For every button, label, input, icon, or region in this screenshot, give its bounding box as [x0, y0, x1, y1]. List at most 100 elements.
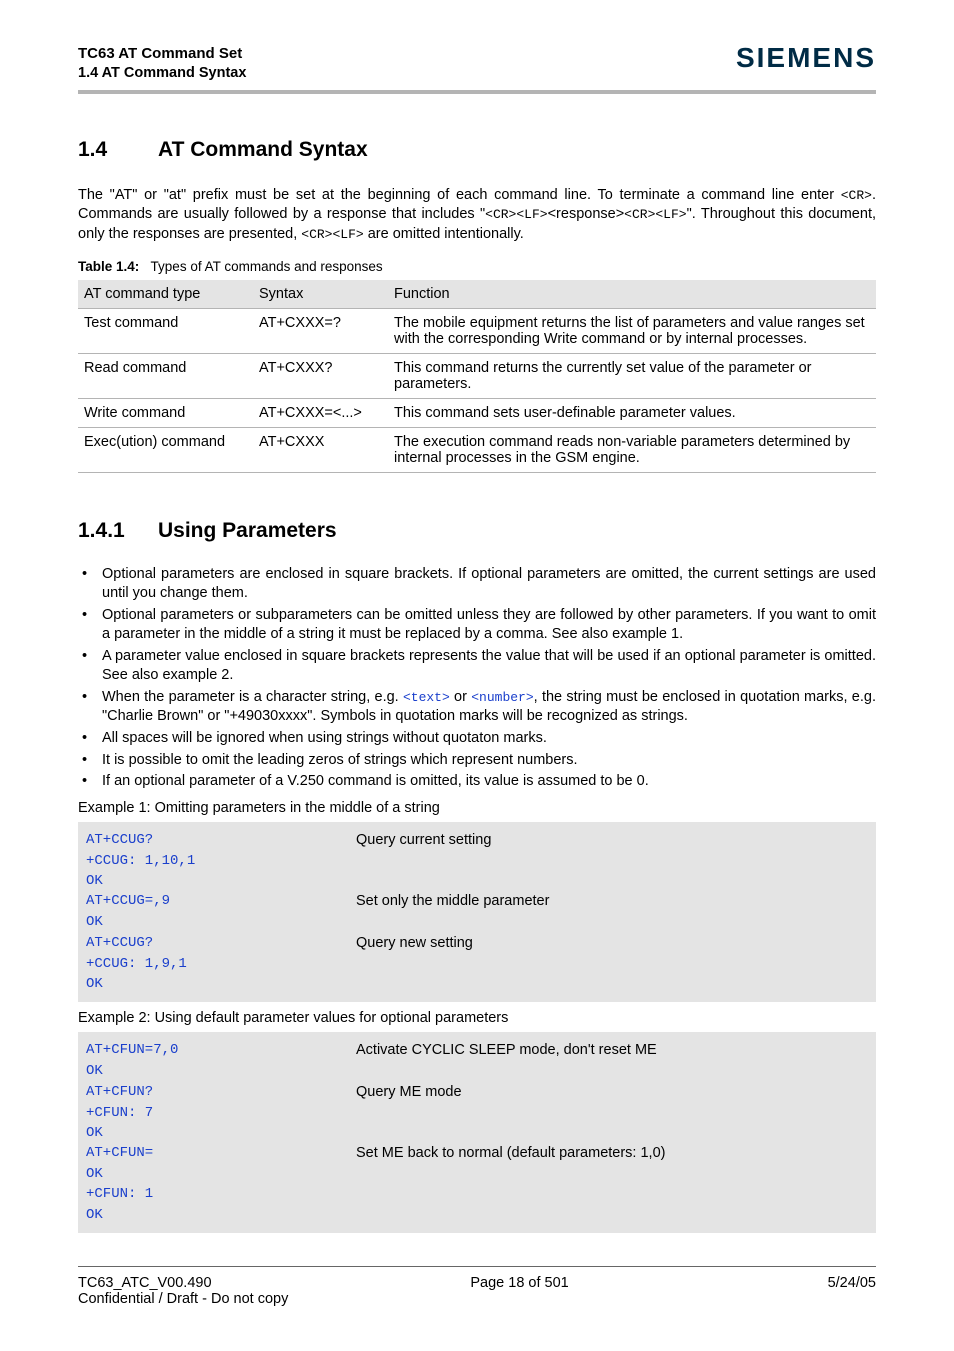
example-code: AT+CCUG? — [86, 933, 356, 953]
page-header: TC63 AT Command Set 1.4 AT Command Synta… — [78, 44, 876, 84]
th-function: Function — [388, 280, 876, 309]
page-footer: TC63_ATC_V00.490 Page 18 of 501 5/24/05 … — [78, 1266, 876, 1307]
example-code: +CFUN: 1 — [86, 1184, 356, 1204]
cell-function: The execution command reads non-variable… — [388, 427, 876, 472]
table-caption-label: Table 1.4: — [78, 259, 139, 274]
bullet-pre: When the parameter is a character string… — [102, 689, 403, 705]
bullet-item: A parameter value enclosed in square bra… — [78, 647, 876, 686]
example-code: OK — [86, 1205, 356, 1225]
table-row: Read command AT+CXXX? This command retur… — [78, 353, 876, 398]
code-crlf-2: <CR><LF> — [624, 207, 686, 222]
example-code: OK — [86, 912, 356, 932]
cell-syntax: AT+CXXX=<...> — [253, 398, 388, 427]
table-row: Test command AT+CXXX=? The mobile equipm… — [78, 308, 876, 353]
code-cr: <CR> — [841, 188, 872, 203]
bullet-mid: or — [450, 689, 471, 705]
table-row: Exec(ution) command AT+CXXX The executio… — [78, 427, 876, 472]
example-code: OK — [86, 871, 356, 891]
footer-line: TC63_ATC_V00.490 Page 18 of 501 5/24/05 — [78, 1275, 876, 1291]
intro-text-3: <response> — [548, 206, 625, 222]
bullet-item: Optional parameters or subparameters can… — [78, 606, 876, 645]
example-row: AT+CFUN=7,0Activate CYCLIC SLEEP mode, d… — [86, 1040, 868, 1061]
example-code: +CCUG: 1,9,1 — [86, 954, 356, 974]
footer-page: Page 18 of 501 — [470, 1275, 568, 1291]
cell-type: Exec(ution) command — [78, 427, 253, 472]
example-desc: Activate CYCLIC SLEEP mode, don't reset … — [356, 1040, 657, 1061]
cell-function: The mobile equipment returns the list of… — [388, 308, 876, 353]
intro-text-1: The "AT" or "at" prefix must be set at t… — [78, 187, 841, 203]
example-row: +CFUN: 7 — [86, 1103, 868, 1123]
example-code: +CFUN: 7 — [86, 1103, 356, 1123]
header-rule — [78, 90, 876, 94]
example-desc: Set only the middle parameter — [356, 891, 549, 912]
code-crlf-3: <CR><LF> — [301, 227, 363, 242]
example-code: AT+CFUN? — [86, 1082, 356, 1102]
cell-syntax: AT+CXXX — [253, 427, 388, 472]
code-number: <number> — [471, 690, 533, 705]
section-number: 1.4 — [78, 138, 158, 162]
intro-text-5: are omitted intentionally. — [364, 226, 524, 242]
example-code: AT+CCUG? — [86, 830, 356, 850]
example-desc: Set ME back to normal (default parameter… — [356, 1143, 665, 1164]
cell-type: Test command — [78, 308, 253, 353]
subsection-heading: 1.4.1Using Parameters — [78, 519, 876, 543]
table-header-row: AT command type Syntax Function — [78, 280, 876, 309]
example-code: OK — [86, 1164, 356, 1184]
example-code: AT+CCUG=,9 — [86, 891, 356, 911]
example-row: AT+CCUG?Query current setting — [86, 830, 868, 851]
table-caption: Table 1.4: Types of AT commands and resp… — [78, 259, 876, 274]
example-1-block: AT+CCUG?Query current setting +CCUG: 1,1… — [78, 822, 876, 1003]
header-left: TC63 AT Command Set 1.4 AT Command Synta… — [78, 44, 246, 84]
example-code: AT+CFUN=7,0 — [86, 1040, 356, 1060]
example-row: AT+CFUN=Set ME back to normal (default p… — [86, 1143, 868, 1164]
siemens-logo: SIEMENS — [736, 42, 876, 74]
example-code: OK — [86, 1061, 356, 1081]
intro-paragraph: The "AT" or "at" prefix must be set at t… — [78, 186, 876, 245]
cell-type: Write command — [78, 398, 253, 427]
table-row: Write command AT+CXXX=<...> This command… — [78, 398, 876, 427]
bullet-item: When the parameter is a character string… — [78, 688, 876, 727]
example-code: OK — [86, 974, 356, 994]
footer-confidential: Confidential / Draft - Do not copy — [78, 1291, 876, 1307]
example-code: +CCUG: 1,10,1 — [86, 851, 356, 871]
footer-left: TC63_ATC_V00.490 — [78, 1275, 212, 1291]
example-row: OK — [86, 1123, 868, 1143]
parameter-bullets: Optional parameters are enclosed in squa… — [78, 565, 876, 792]
page-content: 1.4AT Command Syntax The "AT" or "at" pr… — [78, 138, 876, 1233]
cell-type: Read command — [78, 353, 253, 398]
footer-rule — [78, 1266, 876, 1267]
th-syntax: Syntax — [253, 280, 388, 309]
example-row: AT+CCUG=,9Set only the middle parameter — [86, 891, 868, 912]
example-row: AT+CCUG?Query new setting — [86, 933, 868, 954]
th-type: AT command type — [78, 280, 253, 309]
example-row: +CCUG: 1,9,1 — [86, 954, 868, 974]
example-desc: Query current setting — [356, 830, 491, 851]
example-row: OK — [86, 974, 868, 994]
example-row: OK — [86, 1164, 868, 1184]
example-row: OK — [86, 871, 868, 891]
example-row: OK — [86, 912, 868, 932]
example-code: OK — [86, 1123, 356, 1143]
doc-title: TC63 AT Command Set — [78, 44, 246, 64]
subsection-number: 1.4.1 — [78, 519, 158, 543]
section-ref: 1.4 AT Command Syntax — [78, 64, 246, 84]
cell-function: This command sets user-definable paramet… — [388, 398, 876, 427]
subsection-title: Using Parameters — [158, 519, 337, 542]
at-command-table: AT command type Syntax Function Test com… — [78, 280, 876, 473]
example-row: OK — [86, 1205, 868, 1225]
cell-function: This command returns the currently set v… — [388, 353, 876, 398]
section-title: AT Command Syntax — [158, 138, 368, 161]
bullet-item: Optional parameters are enclosed in squa… — [78, 565, 876, 604]
example-code: AT+CFUN= — [86, 1143, 356, 1163]
cell-syntax: AT+CXXX? — [253, 353, 388, 398]
example-row: +CFUN: 1 — [86, 1184, 868, 1204]
example-2-block: AT+CFUN=7,0Activate CYCLIC SLEEP mode, d… — [78, 1032, 876, 1233]
table-caption-text: Types of AT commands and responses — [151, 259, 383, 274]
example-2-label: Example 2: Using default parameter value… — [78, 1010, 876, 1026]
bullet-item: If an optional parameter of a V.250 comm… — [78, 772, 876, 792]
footer-date: 5/24/05 — [828, 1275, 876, 1291]
code-text: <text> — [403, 690, 450, 705]
example-desc: Query ME mode — [356, 1082, 462, 1103]
example-row: +CCUG: 1,10,1 — [86, 851, 868, 871]
example-row: AT+CFUN?Query ME mode — [86, 1082, 868, 1103]
